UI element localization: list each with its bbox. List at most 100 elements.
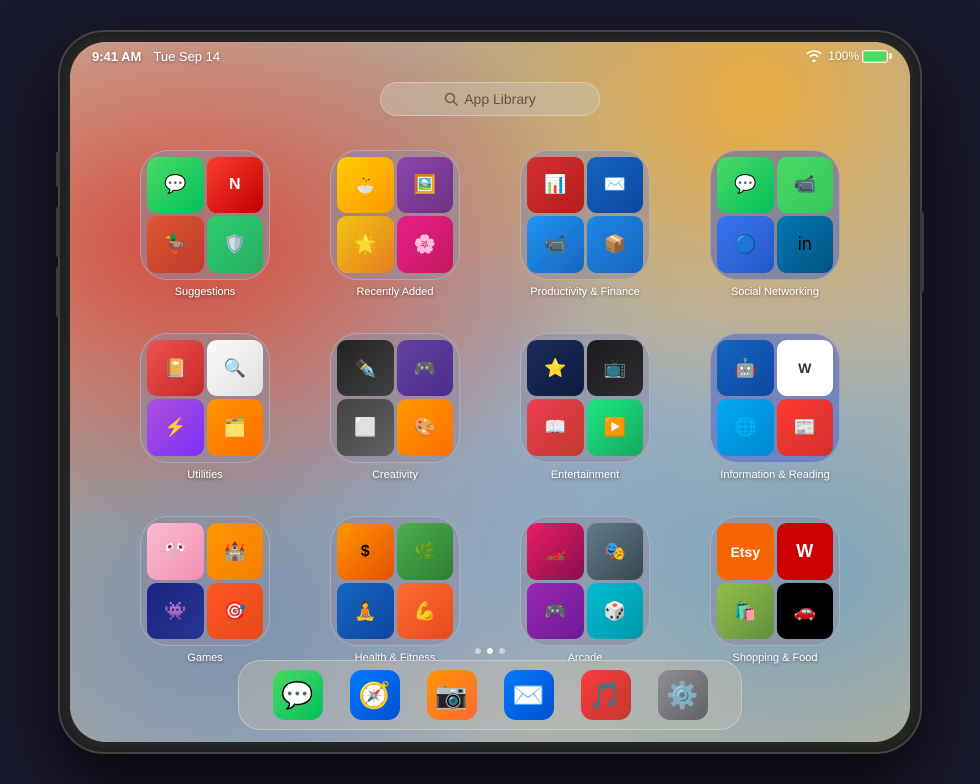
folder-games[interactable]: 🎌 🏰 👾 🎯 Games [120, 509, 290, 672]
search-icon [444, 92, 458, 106]
status-bar: 9:41 AM Tue Sep 14 100% [70, 42, 910, 70]
app-library-grid: 💬 N 🦆 🛡️ Suggestions 🐣 🖼️ 🌟 🌸 Recently A… [70, 132, 910, 682]
app-dollar: $ [337, 523, 394, 580]
app-shortcuts: ⚡ [147, 399, 204, 456]
page-dot-1 [475, 648, 481, 654]
app-yellow: 🌟 [337, 216, 394, 273]
app-wikipedia: W [777, 340, 834, 397]
dock-app-photos[interactable]: 📷 [427, 670, 477, 720]
folder-label-shopping: Shopping & Food [732, 652, 817, 664]
app-calm: 🧘 [337, 583, 394, 640]
folder-label-entertainment: Entertainment [551, 469, 619, 481]
app-pink: 🌸 [397, 216, 454, 273]
app-game4: 🎲 [587, 583, 644, 640]
search-bar[interactable]: App Library [380, 82, 600, 116]
app-signal: 🔵 [717, 216, 774, 273]
folder-icon-games: 🎌 🏰 👾 🎯 [140, 516, 270, 646]
app-appletv: 📺 [587, 340, 644, 397]
folder-arcade[interactable]: 🏎️ 🎭 🎮 🎲 Arcade [500, 509, 670, 672]
folder-icon-social: 💬 📹 🔵 in [710, 150, 840, 280]
folder-suggestions[interactable]: 💬 N 🦆 🛡️ Suggestions [120, 142, 290, 305]
folder-label-social: Social Networking [731, 286, 819, 298]
app-game-bird: 🐣 [337, 157, 394, 214]
folder-creativity[interactable]: ✒️ 🎮 ⬜ 🎨 Creativity [310, 325, 480, 488]
folder-icon-utilities: 📔 🔍 ⚡ 🗂️ [140, 333, 270, 463]
app-etsy: Etsy [717, 523, 774, 580]
app-game3: 🎮 [527, 583, 584, 640]
folder-icon-shopping: Etsy W 🛍️ 🚗 [710, 516, 840, 646]
folder-recently-added[interactable]: 🐣 🖼️ 🌟 🌸 Recently Added [310, 142, 480, 305]
folder-icon-productivity: 📊 ✉️ 📹 📦 [520, 150, 650, 280]
dock-app-settings[interactable]: ⚙️ [658, 670, 708, 720]
app-uber: 🚗 [777, 583, 834, 640]
folder-entertainment[interactable]: ⭐ 📺 📖 ▶️ Entertainment [500, 325, 670, 488]
app-paramount: ⭐ [527, 340, 584, 397]
dock-app-safari[interactable]: 🧭 [350, 670, 400, 720]
folder-icon-suggestions: 💬 N 🦆 🛡️ [140, 150, 270, 280]
app-pocket: 📖 [527, 399, 584, 456]
status-right: 100% [806, 49, 888, 63]
status-time: 9:41 AM [92, 49, 141, 64]
folder-icon-recently-added: 🐣 🖼️ 🌟 🌸 [330, 150, 460, 280]
ipad-device: 9:41 AM Tue Sep 14 100% [60, 32, 920, 752]
folder-label-recently-added: Recently Added [356, 286, 433, 298]
app-messages: 💬 [147, 157, 204, 214]
app-shopify: 🛍️ [717, 583, 774, 640]
folder-label-suggestions: Suggestions [175, 286, 236, 298]
status-date: Tue Sep 14 [153, 49, 220, 64]
app-browser: 🌐 [717, 399, 774, 456]
app-castle: 🏰 [207, 523, 264, 580]
app-zoom: 📹 [527, 216, 584, 273]
dock-app-music[interactable]: 🎵 [581, 670, 631, 720]
folder-shopping[interactable]: Etsy W 🛍️ 🚗 Shopping & Food [690, 509, 860, 672]
folder-productivity[interactable]: 📊 ✉️ 📹 📦 Productivity & Finance [500, 142, 670, 305]
ipad-screen: 9:41 AM Tue Sep 14 100% [70, 42, 910, 742]
battery-percent: 100% [828, 49, 859, 63]
folder-icon-health: $ 🌿 🧘 💪 [330, 516, 460, 646]
folder-label-creativity: Creativity [372, 469, 418, 481]
app-vectorize: ✒️ [337, 340, 394, 397]
app-news: 📰 [777, 399, 834, 456]
app-pokemon: 🎯 [207, 583, 264, 640]
folder-icon-entertainment: ⭐ 📺 📖 ▶️ [520, 333, 650, 463]
app-notewise: N [207, 157, 264, 214]
folder-icon-info-reading: 🤖 W 🌐 📰 [710, 333, 840, 463]
app-notebooks: 📔 [147, 340, 204, 397]
app-imessage2: 💬 [717, 157, 774, 214]
app-char2: 🎭 [587, 523, 644, 580]
app-walgreens: W [777, 523, 834, 580]
app-dropbox: 📦 [587, 216, 644, 273]
mute-button[interactable] [56, 152, 60, 187]
app-whiteboard: ⬜ [337, 399, 394, 456]
battery-icon [862, 50, 888, 63]
folder-utilities[interactable]: 📔 🔍 ⚡ 🗂️ Utilities [120, 325, 290, 488]
folder-health[interactable]: $ 🌿 🧘 💪 Health & Fitness [310, 509, 480, 672]
app-replika: 🤖 [717, 340, 774, 397]
search-placeholder: App Library [464, 91, 536, 107]
app-shield: 🛡️ [207, 216, 264, 273]
wifi-icon [806, 50, 822, 62]
app-racing: 🏎️ [527, 523, 584, 580]
battery-fill [864, 52, 886, 61]
page-dot-3 [499, 648, 505, 654]
folder-label-utilities: Utilities [187, 469, 222, 481]
folder-label-productivity: Productivity & Finance [530, 286, 639, 298]
folder-icon-arcade: 🏎️ 🎭 🎮 🎲 [520, 516, 650, 646]
volume-up-button[interactable] [56, 207, 60, 257]
folder-social[interactable]: 💬 📹 🔵 in Social Networking [690, 142, 860, 305]
folder-info-reading[interactable]: 🤖 W 🌐 📰 Information & Reading [690, 325, 860, 488]
app-portrait: 🖼️ [397, 157, 454, 214]
power-button[interactable] [920, 212, 924, 292]
app-office: 📊 [527, 157, 584, 214]
app-hulu: ▶️ [587, 399, 644, 456]
app-reminders: 🗂️ [207, 399, 264, 456]
battery-indicator: 100% [828, 49, 888, 63]
app-magnifier: 🔍 [207, 340, 264, 397]
page-indicator [475, 648, 505, 654]
app-duckduckgo: 🦆 [147, 216, 204, 273]
folder-label-games: Games [187, 652, 222, 664]
ipad-dock: 💬 🧭 📷 ✉️ 🎵 ⚙️ [238, 660, 742, 730]
dock-app-messages[interactable]: 💬 [273, 670, 323, 720]
dock-app-mail[interactable]: ✉️ [504, 670, 554, 720]
volume-down-button[interactable] [56, 267, 60, 317]
